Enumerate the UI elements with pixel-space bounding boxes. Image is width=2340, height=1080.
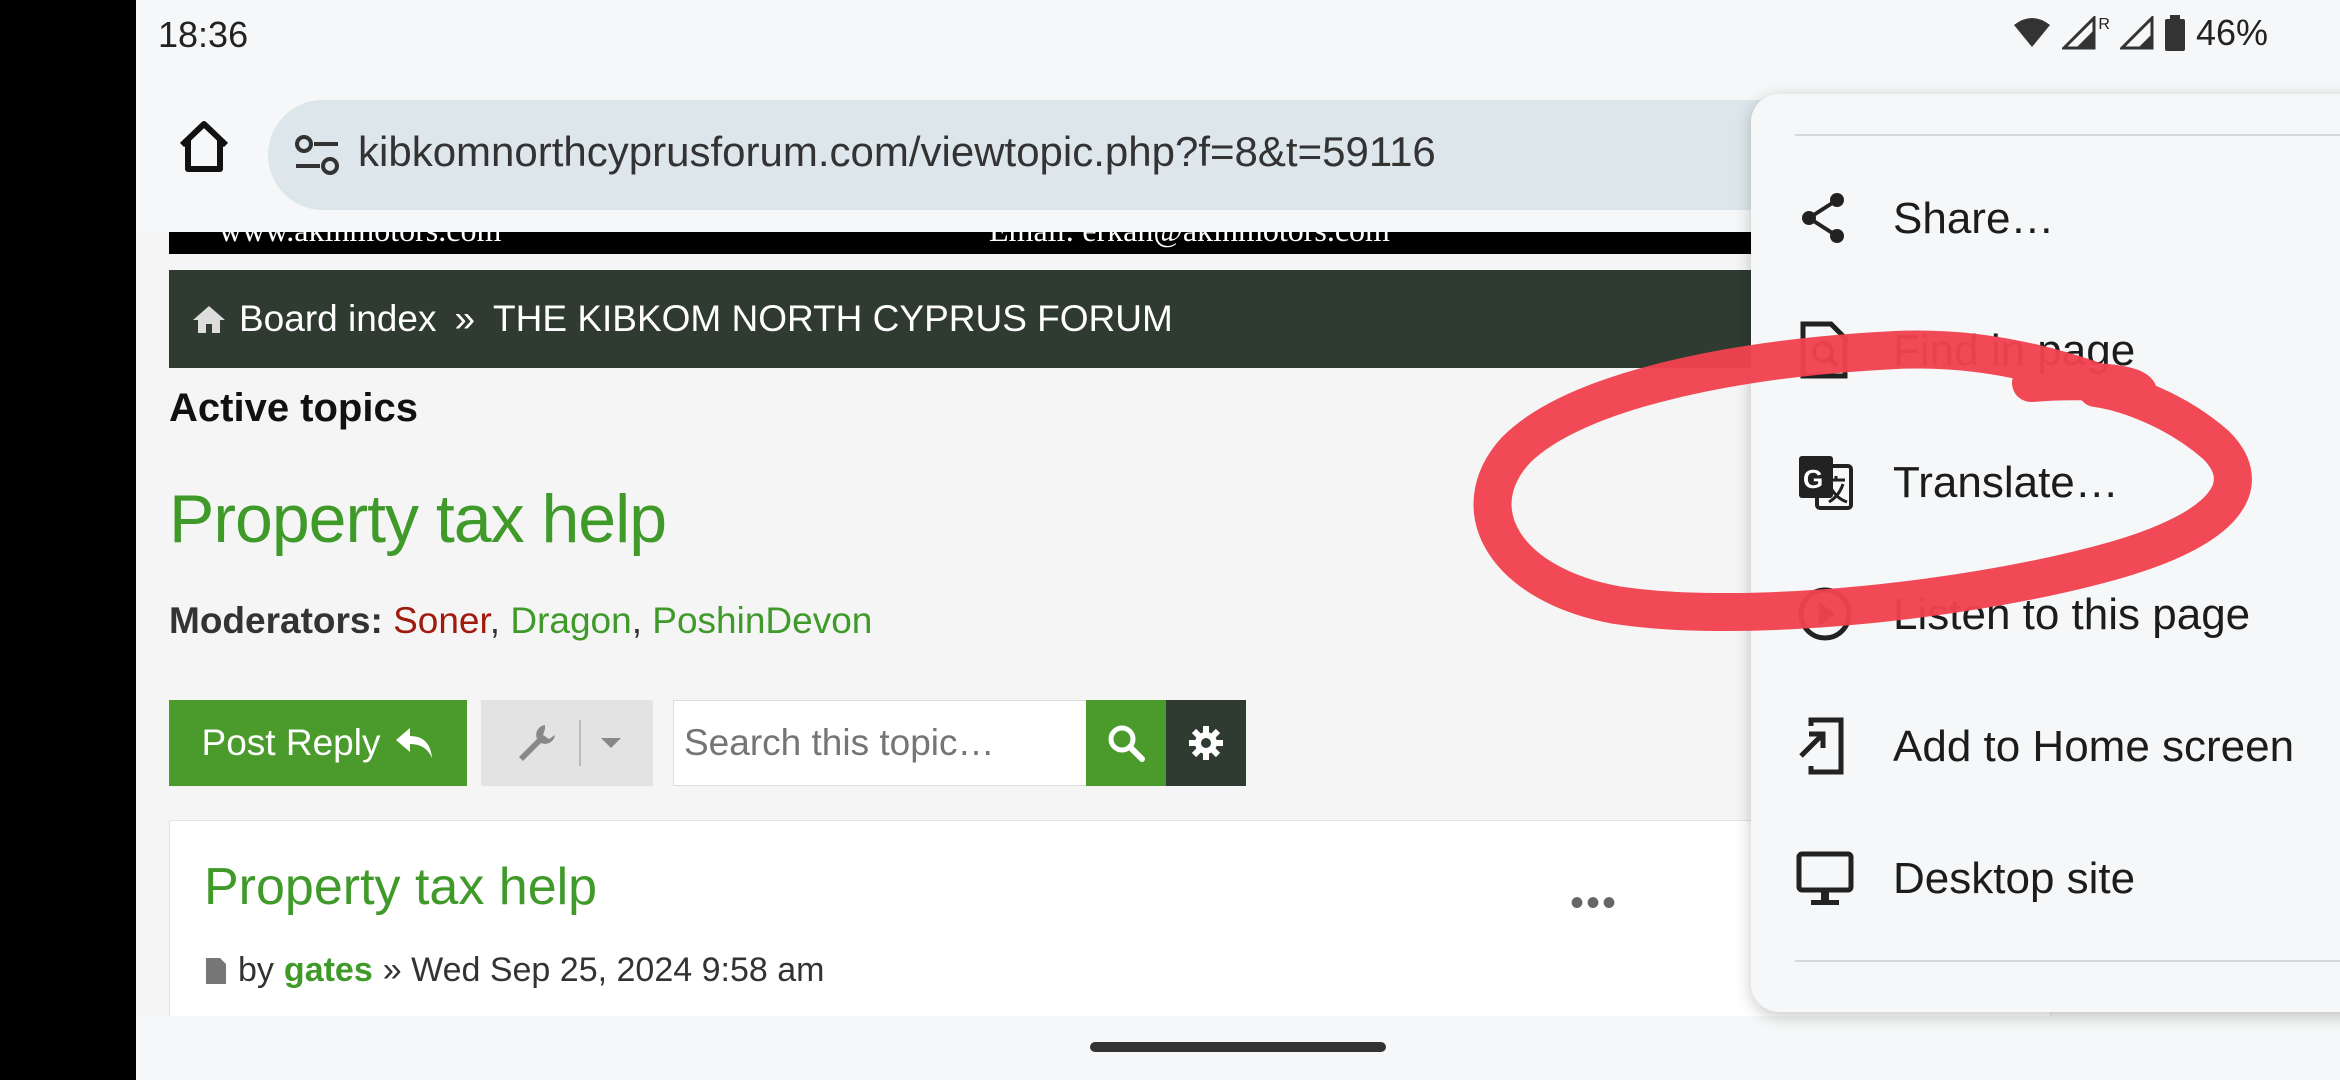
page-title[interactable]: Property tax help [169, 480, 667, 558]
moderators-line: Moderators: Soner, Dragon, PoshinDevon [169, 600, 872, 642]
gear-icon [1189, 726, 1223, 760]
home-icon [179, 121, 229, 172]
menu-divider [1795, 960, 2340, 962]
roaming-indicator: R [2098, 16, 2110, 33]
gesture-handle[interactable] [1090, 1042, 1386, 1052]
battery-icon [2164, 15, 2185, 51]
menu-item-label: Add to Home screen [1893, 722, 2295, 771]
search-topic-field[interactable] [673, 700, 1094, 786]
chevron-down-icon [601, 738, 621, 748]
menu-item-label: Find in page [1893, 326, 2136, 375]
site-settings-icon[interactable] [292, 130, 342, 180]
status-icons: R 46% [2012, 12, 2268, 54]
menu-item-translate[interactable]: G Translate… [1751, 416, 2340, 548]
add-to-home-icon [1799, 717, 1844, 775]
home-button[interactable] [170, 112, 238, 180]
signal-roaming-icon [2119, 16, 2154, 50]
comma: , [489, 600, 501, 641]
menu-item-label: Desktop site [1893, 854, 2136, 903]
menu-item-desktop-site[interactable]: Desktop site [1751, 812, 2340, 944]
translate-icon: G [1799, 456, 1853, 510]
menu-item-label: Listen to this page [1893, 590, 2251, 639]
post-date: » Wed Sep 25, 2024 9:58 am [382, 951, 825, 989]
post-by: by [238, 951, 274, 989]
post-reply-button[interactable]: Post Reply [169, 700, 467, 786]
post-title[interactable]: Property tax help [204, 857, 597, 917]
menu-item-add-to-home[interactable]: Add to Home screen [1751, 680, 2340, 812]
advanced-search-button[interactable] [1166, 700, 1246, 786]
left-black-bar [0, 0, 136, 1080]
menu-item-listen[interactable]: Listen to this page [1751, 548, 2340, 680]
breadcrumb-board-index[interactable]: Board index [239, 298, 436, 340]
breadcrumb-forum[interactable]: THE KIBKOM NORTH CYPRUS FORUM [493, 298, 1173, 340]
find-in-page-icon [1800, 321, 1848, 379]
moderator-link[interactable]: Soner [393, 600, 490, 641]
breadcrumb-separator: » [454, 298, 476, 339]
menu-divider [1795, 134, 2340, 136]
moderator-link[interactable]: Dragon [510, 600, 631, 641]
post-file-icon [206, 957, 226, 984]
active-topics-link[interactable]: Active topics [169, 386, 418, 431]
listen-icon [1798, 587, 1852, 641]
post-meta: by gates » Wed Sep 25, 2024 9:58 am [204, 951, 824, 990]
divider [579, 720, 581, 766]
search-input[interactable] [674, 701, 1094, 785]
browser-overflow-menu: Share… Find in page G Translate… Listen … [1751, 94, 2340, 1012]
post-author-link[interactable]: gates [284, 951, 373, 990]
menu-item-find-in-page[interactable]: Find in page [1751, 284, 2340, 416]
menu-item-share[interactable]: Share… [1751, 152, 2340, 284]
banner-email: Email: erkan@akinmotors.com [989, 232, 1390, 249]
home-icon [193, 306, 225, 333]
battery-percent: 46% [2195, 12, 2268, 53]
menu-item-label: Translate… [1893, 458, 2119, 507]
share-icon [1802, 193, 1844, 243]
search-button[interactable] [1086, 700, 1166, 786]
topic-tools-dropdown[interactable] [481, 700, 653, 786]
wrench-icon [519, 725, 555, 761]
signal-icon [2062, 16, 2096, 50]
url-text: kibkomnorthcyprusforum.com/viewtopic.php… [358, 128, 1436, 175]
status-bar: 18:36 R 46% [136, 0, 2340, 78]
status-time: 18:36 [158, 14, 249, 55]
banner-website: www.akinmotors.com [219, 232, 501, 249]
gesture-bar [136, 1016, 2340, 1080]
reply-icon [396, 728, 433, 758]
svg-text:G: G [1803, 464, 1823, 494]
comma: , [631, 600, 642, 641]
wifi-icon [2014, 18, 2051, 47]
menu-item-label: Share… [1893, 194, 2055, 243]
desktop-icon [1796, 851, 1854, 905]
phone-screen: 18:36 R 46% kibkomnorthcyprusforum.com/v… [136, 0, 2340, 1080]
moderators-label: Moderators: [169, 600, 383, 641]
post-menu-button[interactable]: ••• [1570, 881, 1618, 926]
moderator-link[interactable]: PoshinDevon [652, 600, 872, 641]
search-icon [1108, 725, 1145, 762]
post-reply-label: Post Reply [201, 722, 381, 763]
